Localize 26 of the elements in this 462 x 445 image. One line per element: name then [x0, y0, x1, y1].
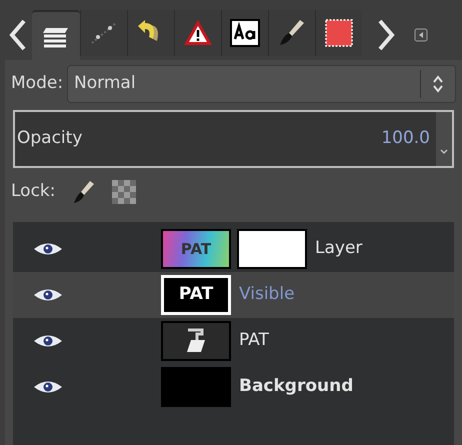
checkerboard-icon[interactable]	[112, 180, 136, 204]
layer-name: PAT	[239, 329, 269, 352]
brush-icon[interactable]	[72, 179, 96, 205]
pattern-swatch-icon	[323, 17, 355, 49]
chevron-left-icon[interactable]	[8, 18, 28, 52]
thumbnail-text: PAT	[178, 283, 214, 306]
layer-name: Layer	[315, 237, 362, 260]
eye-icon[interactable]	[33, 379, 63, 395]
layer-name: Visible	[239, 283, 295, 306]
layer-thumbnail	[161, 367, 231, 407]
lock-label: Lock:	[11, 180, 56, 204]
layer-row[interactable]: PAT Visible	[13, 272, 454, 318]
eye-icon[interactable]	[33, 241, 63, 257]
text-tool-icon	[185, 328, 207, 354]
opacity-spin-field[interactable]: Opacity 100.0	[13, 110, 454, 168]
chevron-right-icon[interactable]	[376, 18, 396, 52]
mode-dropdown[interactable]: Normal	[67, 65, 456, 103]
layer-name: Background	[239, 375, 354, 398]
panel-menu-icon[interactable]	[414, 28, 428, 42]
panel-tab[interactable]	[32, 10, 80, 60]
thumbnail-text: PAT	[180, 238, 212, 260]
font-icon	[229, 17, 261, 49]
mode-label: Mode:	[11, 72, 64, 96]
eye-icon[interactable]	[33, 287, 63, 303]
spinner-arrows-icon	[431, 74, 445, 94]
eye-icon[interactable]	[33, 333, 63, 349]
